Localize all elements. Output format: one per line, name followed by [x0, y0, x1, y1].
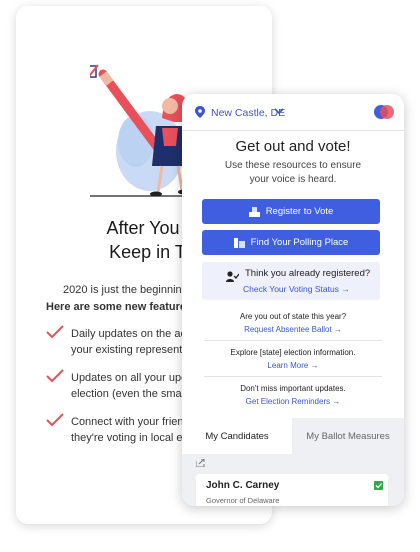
arrow-icon: →	[333, 325, 342, 334]
reminders-section: Don't miss important updates. Get Electi…	[182, 384, 404, 406]
subtitle: Use these resources to ensure your voice…	[182, 159, 404, 187]
heading: Get out and vote!	[235, 138, 351, 155]
intro-line: 2020 is just the beginning f	[63, 284, 194, 296]
link-text: Request Absentee Ballot	[244, 325, 332, 334]
logo-icon	[374, 105, 394, 119]
subtitle-line-1: Use these resources to ensure	[224, 160, 362, 171]
register-icon	[248, 206, 260, 217]
tab-my-ballot-measures[interactable]: My Ballot Measures	[292, 418, 404, 454]
ballot-tabs: My Candidates My Ballot Measures	[182, 418, 404, 454]
request-absentee-link[interactable]: Request Absentee Ballot →	[182, 325, 404, 334]
explore-section: Explore [state] election information. Le…	[182, 348, 404, 370]
feature-text: they're voting in local el	[71, 432, 185, 444]
candidate-role: Governor of Delaware	[206, 496, 280, 505]
top-bar: New Castle, DE	[182, 94, 404, 131]
candidate-name: John C. Carney	[206, 480, 280, 491]
polling-label: Find Your Polling Place	[250, 237, 349, 248]
chevron-down-icon[interactable]	[274, 107, 284, 115]
reminder-question: Don't miss important updates.	[240, 384, 346, 393]
divider	[204, 376, 382, 377]
absentee-section: Are you out of state this year? Request …	[182, 312, 404, 334]
arrow-icon: →	[341, 284, 350, 294]
location-pin-icon	[195, 106, 205, 118]
find-polling-place-button[interactable]: Find Your Polling Place	[202, 230, 380, 255]
feature-text: Connect with your frien	[71, 416, 184, 428]
checkmark-icon	[46, 369, 64, 383]
person-check-icon	[226, 271, 239, 282]
link-text: Check Your Voting Status	[243, 284, 339, 294]
share-icon[interactable]	[196, 459, 205, 467]
candidate-list: John C. Carney Governor of Delaware	[182, 454, 404, 506]
link-text: Get Election Reminders	[245, 397, 331, 406]
tab-my-candidates[interactable]: My Candidates	[182, 418, 292, 454]
register-to-vote-button[interactable]: Register to Vote	[202, 199, 380, 224]
check-voting-status-link[interactable]: Check Your Voting Status →	[243, 284, 350, 294]
polling-place-icon	[233, 237, 245, 248]
feature-text: your existing representat	[71, 344, 192, 356]
get-reminders-link[interactable]: Get Election Reminders →	[182, 397, 404, 406]
check-square-icon[interactable]	[374, 481, 383, 490]
arrow-icon: →	[310, 361, 319, 370]
learn-more-link[interactable]: Learn More →	[182, 361, 404, 370]
absentee-question: Are you out of state this year?	[239, 312, 347, 321]
divider	[204, 340, 382, 341]
voting-resources-card: New Castle, DE Get out and vote! Use the…	[182, 94, 404, 506]
registered-question: Think you already registered?	[245, 268, 371, 279]
link-text: Learn More	[267, 361, 309, 370]
explore-question: Explore [state] election information.	[230, 348, 356, 357]
arrow-icon: →	[332, 397, 341, 406]
subtitle-line-2: your voice is heard.	[249, 174, 337, 185]
feature-text: Daily updates on the act	[71, 328, 190, 340]
checkmark-icon	[46, 413, 64, 427]
candidate-card[interactable]: John C. Carney Governor of Delaware	[196, 474, 388, 506]
feature-text: election (even the small	[71, 388, 187, 400]
checkmark-icon	[46, 325, 64, 339]
register-label: Register to Vote	[265, 206, 334, 217]
registration-status-box: Think you already registered? Check Your…	[202, 262, 380, 300]
feature-text: Updates on all your upco	[71, 372, 193, 384]
